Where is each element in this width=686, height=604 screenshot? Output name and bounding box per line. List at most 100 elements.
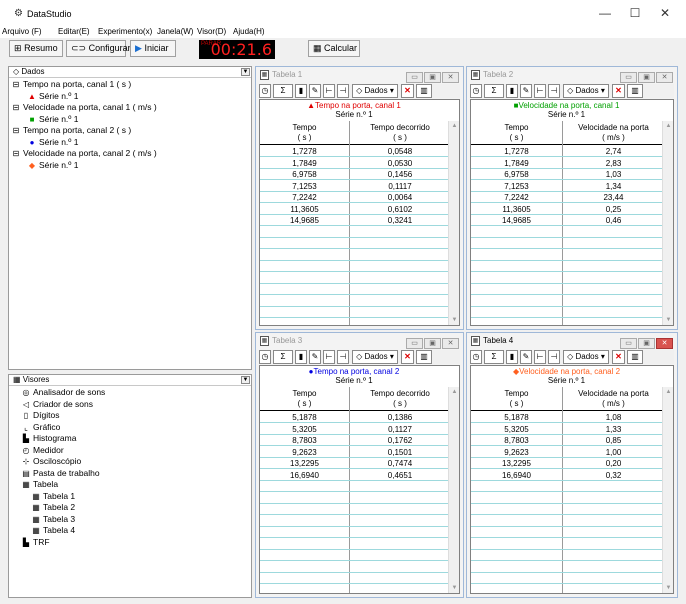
table-row[interactable]: 7,1253 0,1117: [260, 181, 448, 192]
table-row[interactable]: 7,1253 1,34: [471, 181, 662, 192]
chevron-down-icon[interactable]: ▼: [241, 376, 250, 384]
window-title-bar[interactable]: ▦ Tabela 1 ▭ ▣ ✕: [256, 67, 463, 83]
data-button[interactable]: ◇ Dados ▾: [352, 84, 398, 98]
displays-tree-item[interactable]: ⊹ Osciloscópio: [21, 456, 82, 467]
table-row[interactable]: [260, 284, 448, 295]
table-row[interactable]: [471, 516, 662, 527]
pencil-icon[interactable]: ✎: [309, 84, 321, 98]
restore-icon[interactable]: ▣: [638, 72, 655, 83]
table-row[interactable]: [260, 504, 448, 515]
restore-icon[interactable]: ▣: [638, 338, 655, 349]
data-button[interactable]: ◇ Dados ▾: [563, 84, 609, 98]
table-row[interactable]: 6,9758 1,03: [471, 169, 662, 180]
window-title-bar[interactable]: ▦ Tabela 3 ▭ ▣ ✕: [256, 333, 463, 349]
table-row[interactable]: 1,7849 0,0530: [260, 158, 448, 169]
minimize-icon[interactable]: ▭: [620, 72, 637, 83]
data-tree-item[interactable]: ⊟ Tempo na porta, canal 2 ( s ): [11, 125, 132, 136]
columns-icon[interactable]: ▥: [416, 350, 432, 364]
table-row[interactable]: [471, 550, 662, 561]
clock-icon[interactable]: ◷: [259, 350, 271, 364]
stats-icon[interactable]: ▮: [506, 84, 518, 98]
table-row[interactable]: [471, 273, 662, 284]
table-row[interactable]: 11,3605 0,6102: [260, 204, 448, 215]
column-header-1[interactable]: Tempo( s ): [471, 387, 562, 411]
insert-row-icon[interactable]: ⊣: [548, 84, 560, 98]
vertical-scrollbar[interactable]: ▲ ▼: [662, 387, 673, 593]
stats-icon[interactable]: ▮: [295, 84, 307, 98]
table-row[interactable]: [471, 261, 662, 272]
table-row[interactable]: 14,9685 0,46: [471, 215, 662, 226]
table-row[interactable]: [260, 539, 448, 550]
sum-button[interactable]: Σ: [273, 84, 293, 98]
menu-janela[interactable]: Janela(W): [157, 26, 193, 38]
table-row[interactable]: [471, 284, 662, 295]
displays-tree-item[interactable]: ▦ Tabela 3: [31, 514, 75, 525]
sum-button[interactable]: Σ: [484, 350, 504, 364]
table-row[interactable]: 16,6940 0,4651: [260, 470, 448, 481]
table-row[interactable]: [471, 585, 662, 594]
summary-button[interactable]: ⊞ Resumo: [9, 40, 63, 57]
table-row[interactable]: [260, 585, 448, 594]
table-row[interactable]: [471, 250, 662, 261]
table-row[interactable]: 5,1878 0,1386: [260, 412, 448, 423]
clock-icon[interactable]: ◷: [470, 84, 482, 98]
table-row[interactable]: [260, 562, 448, 573]
table-row[interactable]: [471, 562, 662, 573]
displays-tree-item[interactable]: ▦ Tabela: [21, 479, 58, 490]
displays-tree-item[interactable]: ◴ Medidor: [21, 445, 64, 456]
stats-icon[interactable]: ▮: [506, 350, 518, 364]
displays-panel-header[interactable]: ▦ Visores ▼: [9, 375, 251, 386]
configure-button[interactable]: ⊂⊃ Configurar: [66, 40, 131, 57]
scroll-up-icon[interactable]: ▲: [449, 389, 459, 395]
column-header-2[interactable]: Tempo decorrido( s ): [350, 121, 450, 145]
table-row[interactable]: 1,7278 0,0548: [260, 146, 448, 157]
table-row[interactable]: 5,1878 1,08: [471, 412, 662, 423]
table-row[interactable]: [260, 296, 448, 307]
table-row[interactable]: 16,6940 0,32: [471, 470, 662, 481]
minimize-icon[interactable]: ▭: [620, 338, 637, 349]
minimize-icon[interactable]: ▭: [406, 72, 423, 83]
calculate-button[interactable]: ▦ Calcular: [308, 40, 360, 57]
close-icon[interactable]: ✕: [656, 72, 673, 83]
close-button[interactable]: ✕: [652, 5, 678, 21]
vertical-scrollbar[interactable]: ▲ ▼: [662, 121, 673, 325]
table-row[interactable]: 14,9685 0,3241: [260, 215, 448, 226]
data-button[interactable]: ◇ Dados ▾: [563, 350, 609, 364]
table-row[interactable]: [260, 493, 448, 504]
chevron-down-icon[interactable]: ▼: [241, 68, 250, 76]
displays-tree-item[interactable]: ▦ Tabela 2: [31, 502, 75, 513]
delete-icon[interactable]: ✕: [401, 350, 414, 364]
displays-tree-item[interactable]: ▙ TRF: [21, 537, 50, 548]
table-row[interactable]: 6,9758 0,1456: [260, 169, 448, 180]
table-row[interactable]: [260, 238, 448, 249]
columns-icon[interactable]: ▥: [627, 350, 643, 364]
table-row[interactable]: 13,2295 0,7474: [260, 458, 448, 469]
menu-experimento[interactable]: Experimento(x): [98, 26, 152, 38]
restore-icon[interactable]: ▣: [424, 72, 441, 83]
data-tree-item[interactable]: ◆ Série n.º 1: [27, 160, 79, 171]
menu-visor[interactable]: Visor(D): [197, 26, 226, 38]
minimize-icon[interactable]: ▭: [406, 338, 423, 349]
close-icon[interactable]: ✕: [442, 338, 459, 349]
scroll-down-icon[interactable]: ▼: [663, 585, 673, 591]
insert-col-icon[interactable]: ⊢: [323, 350, 335, 364]
table-row[interactable]: 5,3205 0,1127: [260, 424, 448, 435]
stats-icon[interactable]: ▮: [295, 350, 307, 364]
table-row[interactable]: [471, 493, 662, 504]
column-header-2[interactable]: Velocidade na porta( m/s ): [563, 387, 664, 411]
vertical-scrollbar[interactable]: ▲ ▼: [448, 387, 459, 593]
displays-tree-item[interactable]: ▤ Pasta de trabalho: [21, 468, 99, 479]
table-row[interactable]: [471, 539, 662, 550]
table-row[interactable]: [260, 307, 448, 318]
data-tree-item[interactable]: ■ Série n.º 1: [27, 114, 79, 125]
scroll-up-icon[interactable]: ▲: [449, 123, 459, 129]
data-tree-item[interactable]: ⊟ Tempo na porta, canal 1 ( s ): [11, 79, 132, 90]
window-title-bar[interactable]: ▦ Tabela 4 ▭ ▣ ✕: [467, 333, 677, 349]
table-row[interactable]: 8,7803 0,1762: [260, 435, 448, 446]
scroll-up-icon[interactable]: ▲: [663, 123, 673, 129]
table-row[interactable]: [471, 527, 662, 538]
table-row[interactable]: [260, 481, 448, 492]
table-row[interactable]: [260, 550, 448, 561]
pencil-icon[interactable]: ✎: [520, 84, 532, 98]
pencil-icon[interactable]: ✎: [520, 350, 532, 364]
